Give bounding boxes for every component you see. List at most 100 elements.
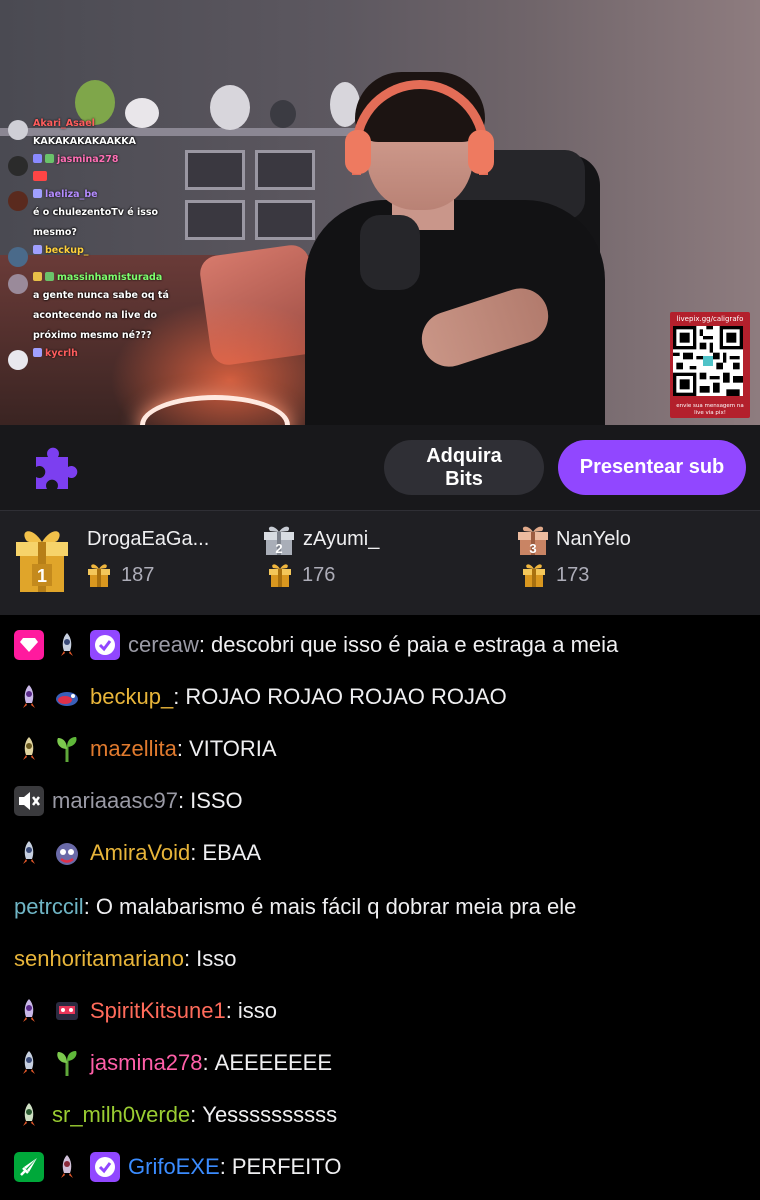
mask-badge-icon[interactable] <box>52 996 82 1026</box>
overlay-avatar <box>8 120 28 140</box>
chat-message[interactable]: mazellita: VITORIA <box>14 731 277 767</box>
muted-speaker-badge-icon[interactable] <box>14 786 44 816</box>
overlay-message-text: é o chulezentoTv é isso mesmo? <box>33 207 159 238</box>
chat-message[interactable]: senhoritamariano: Isso <box>14 941 236 977</box>
overlay-message-text: KAKAKAKAKAAKKA <box>33 136 136 147</box>
chat-message[interactable]: sr_milh0verde: Yessssssssss <box>14 1097 337 1133</box>
get-bits-button[interactable]: Adquira Bits <box>384 440 544 495</box>
rocket-badge-icon[interactable] <box>52 630 82 660</box>
chat-text: Yessssssssss <box>202 1102 338 1127</box>
overlay-badge-icon <box>33 348 42 357</box>
overlay-emote-icon <box>33 171 47 181</box>
rocket-badge-icon[interactable] <box>14 996 44 1026</box>
overlay-username: laeliza_be <box>33 189 198 200</box>
gift-icon <box>523 564 545 587</box>
verified-badge-icon[interactable] <box>90 630 120 660</box>
rocket-badge-icon[interactable] <box>14 682 44 712</box>
chat-message[interactable]: AmiraVoid: EBAA <box>14 835 261 871</box>
chat-separator: : <box>177 788 185 813</box>
video-cubby <box>255 200 315 240</box>
overlay-username-text: kycrlh <box>45 348 78 359</box>
chat-username[interactable]: cereaw <box>128 632 199 658</box>
chat-username[interactable]: mariaaasc97 <box>52 788 178 814</box>
chat-username[interactable]: jasmina278 <box>90 1050 203 1076</box>
chat-separator: : <box>198 632 206 657</box>
leaderboard-gift-count: 187 <box>121 564 155 586</box>
chat-message[interactable]: petrccil: O malabarismo é mais fácil q do… <box>14 889 576 925</box>
diamond-badge-icon[interactable] <box>14 630 44 660</box>
overlay-chat-message: beckup_ <box>8 245 198 267</box>
rank-number: 3 <box>529 541 536 556</box>
chat-list[interactable]: cereaw: descobri que isso é paia e estrag… <box>0 615 760 1200</box>
chat-username[interactable]: beckup_ <box>90 684 173 710</box>
overlay-username-text: massinhamisturada <box>57 272 163 283</box>
overlay-badge-icon <box>33 154 42 163</box>
overlay-chat-message: laeliza_be é o chulezentoTv é isso mesmo… <box>8 189 198 240</box>
chat-text: VITORIA <box>188 736 277 761</box>
overlay-avatar <box>8 350 28 370</box>
chat-message[interactable]: GrifoEXE: PERFEITO <box>14 1149 341 1185</box>
chat-text: ISSO <box>190 788 243 813</box>
chat-username[interactable]: petrccil <box>14 894 84 920</box>
gift-icon <box>269 564 291 587</box>
sprout-badge-icon[interactable] <box>52 1048 82 1078</box>
leaderboard-entry[interactable]: 2 zAyumi_ 176 <box>255 511 505 616</box>
chat-message[interactable]: beckup_: ROJAO ROJAO ROJAO ROJAO <box>14 679 507 715</box>
overlay-username: beckup_ <box>33 245 89 256</box>
chat-message[interactable]: jasmina278: AEEEEEEE <box>14 1045 332 1081</box>
overlay-chat-message: Akari_Asael KAKAKAKAKAAKKA <box>8 118 198 149</box>
overlay-username-text: jasmina278 <box>57 154 119 165</box>
extension-puzzle-icon[interactable] <box>32 443 82 493</box>
rocket-badge-icon[interactable] <box>14 838 44 868</box>
chat-username[interactable]: SpiritKitsune1 <box>90 998 226 1024</box>
creature-badge-icon[interactable] <box>52 838 82 868</box>
chat-text: AEEEEEEE <box>214 1050 333 1075</box>
chat-username[interactable]: sr_milh0verde <box>52 1102 190 1128</box>
sprout-badge-icon[interactable] <box>52 734 82 764</box>
chat-username[interactable]: mazellita <box>90 736 177 762</box>
overlay-username: massinhamisturada <box>33 272 198 283</box>
verified-badge-icon[interactable] <box>90 1152 120 1182</box>
rocket-badge-icon[interactable] <box>14 734 44 764</box>
chat-text: descobri que isso é paia e estraga a mei… <box>211 632 619 657</box>
rocket-badge-icon[interactable] <box>52 1152 82 1182</box>
rocket-badge-icon[interactable] <box>14 1100 44 1130</box>
stream-video[interactable]: Akari_Asael KAKAKAKAKAAKKA jasmina278 la… <box>0 0 760 425</box>
chat-username[interactable]: senhoritamariano <box>14 946 184 972</box>
overlay-crown-icon <box>33 272 42 281</box>
rocket-badge-icon[interactable] <box>14 1048 44 1078</box>
video-toy <box>210 85 250 130</box>
gold-gift-rank-icon: 1 <box>16 531 68 592</box>
overlay-avatar <box>8 156 28 176</box>
chat-separator: : <box>190 1102 197 1127</box>
qr-url: livepix.gg/caligrafo <box>676 315 744 323</box>
chat-username[interactable]: AmiraVoid <box>90 840 190 866</box>
chat-text: ROJAO ROJAO ROJAO ROJAO <box>185 684 507 709</box>
chat-separator: : <box>219 1154 226 1179</box>
overlay-badge-icon <box>33 189 42 198</box>
sword-badge-icon[interactable] <box>14 1152 44 1182</box>
chat-message[interactable]: cereaw: descobri que isso é paia e estrag… <box>14 627 618 663</box>
chat-separator: : <box>176 736 183 761</box>
leaderboard-entry[interactable]: 3 NanYelo 173 <box>510 511 755 616</box>
bronze-gift-rank-icon: 3 <box>518 526 548 556</box>
overlay-username: Akari_Asael <box>33 118 95 129</box>
overlay-username: jasmina278 <box>33 154 118 165</box>
chat-separator: : <box>202 1050 209 1075</box>
overlay-avatar <box>8 191 28 211</box>
chat-username[interactable]: GrifoEXE <box>128 1154 220 1180</box>
leaderboard-username: zAyumi_ <box>303 528 380 550</box>
gift-sub-button[interactable]: Presentear sub <box>558 440 746 495</box>
gift-leaderboard: 1 DrogaEaGa... 187 2 zAyumi_ 176 3 NanYe… <box>0 510 760 615</box>
fish-badge-icon[interactable] <box>52 682 82 712</box>
leaderboard-username: NanYelo <box>556 528 631 550</box>
chat-message[interactable]: mariaaasc97: ISSO <box>14 783 243 819</box>
livepix-qr-card: livepix.gg/caligrafo envie sua mensagem … <box>670 312 750 418</box>
leaderboard-gift-count: 176 <box>302 564 336 586</box>
chat-message[interactable]: SpiritKitsune1: isso <box>14 993 277 1029</box>
video-cubby <box>255 150 315 190</box>
chat-text: O malabarismo é mais fácil q dobrar meia… <box>95 894 577 919</box>
qr-code-icon <box>673 326 743 396</box>
leaderboard-entry[interactable]: 1 DrogaEaGa... 187 <box>0 511 250 616</box>
video-toy <box>270 100 296 128</box>
